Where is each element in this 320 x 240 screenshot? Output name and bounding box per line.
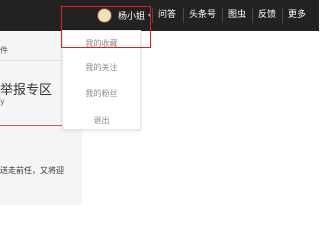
nav-item-more[interactable]: 更多	[288, 0, 306, 31]
report-zone-title[interactable]: 举报专区	[0, 79, 52, 98]
nav-separator	[183, 8, 184, 23]
highlight-box	[61, 6, 151, 48]
nav-separator	[282, 8, 283, 23]
article-snippet[interactable]: 送走前任，又将迎	[0, 165, 64, 176]
nav-separator	[152, 8, 153, 23]
menu-item-following[interactable]: 我的关注	[63, 62, 140, 73]
nav-item-wenda[interactable]: 问答	[158, 0, 176, 31]
left-crumb-text: 件	[0, 46, 8, 55]
nav-separator	[252, 8, 253, 23]
report-zone-subtitle: y	[0, 97, 5, 106]
top-navigation-bar: 杨小姐 ▾ 问答 头条号 图虫 反馈 更多	[0, 0, 319, 31]
nav-item-toutiaohao[interactable]: 头条号	[189, 0, 216, 31]
menu-item-logout[interactable]: 退出	[63, 115, 140, 126]
nav-item-feedback[interactable]: 反馈	[258, 0, 276, 31]
nav-item-tuchong[interactable]: 图虫	[228, 0, 246, 31]
nav-separator	[222, 8, 223, 23]
menu-item-followers[interactable]: 我的粉丝	[63, 88, 140, 99]
